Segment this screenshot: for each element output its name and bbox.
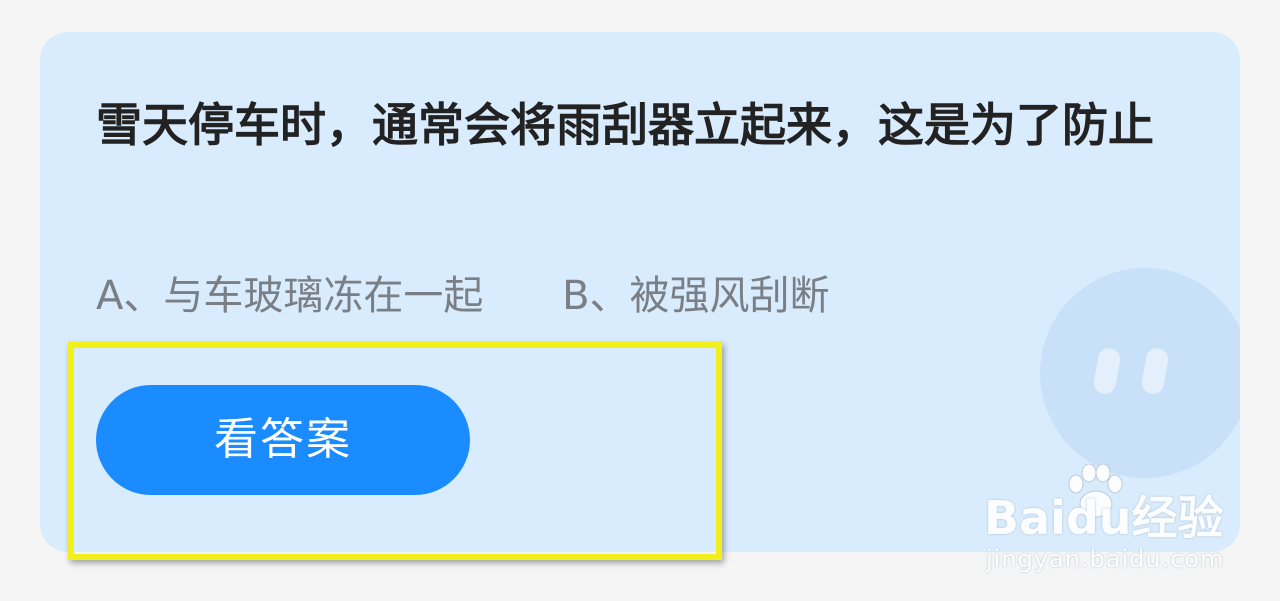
watermark-url: jingyan.baidu.com bbox=[986, 545, 1225, 573]
question-text: 雪天停车时，通常会将雨刮器立起来，这是为了防止 bbox=[96, 98, 1154, 152]
options-row: A、与车玻璃冻在一起 B、被强风刮断 bbox=[96, 268, 830, 324]
mascot-right-eye bbox=[1140, 346, 1170, 396]
mascot-left-eye bbox=[1092, 346, 1122, 396]
view-answer-button[interactable]: 看答案 bbox=[96, 385, 470, 495]
baidu-jingyan-watermark: Baidu经验 jingyan.baidu.com bbox=[984, 462, 1224, 582]
option-a[interactable]: A、与车玻璃冻在一起 bbox=[96, 268, 483, 324]
page: 雪天停车时，通常会将雨刮器立起来，这是为了防止 A、与车玻璃冻在一起 B、被强风… bbox=[0, 0, 1280, 601]
mascot-icon bbox=[1040, 268, 1240, 478]
watermark-logo: Baidu经验 bbox=[984, 491, 1224, 545]
option-b[interactable]: B、被强风刮断 bbox=[562, 268, 829, 324]
